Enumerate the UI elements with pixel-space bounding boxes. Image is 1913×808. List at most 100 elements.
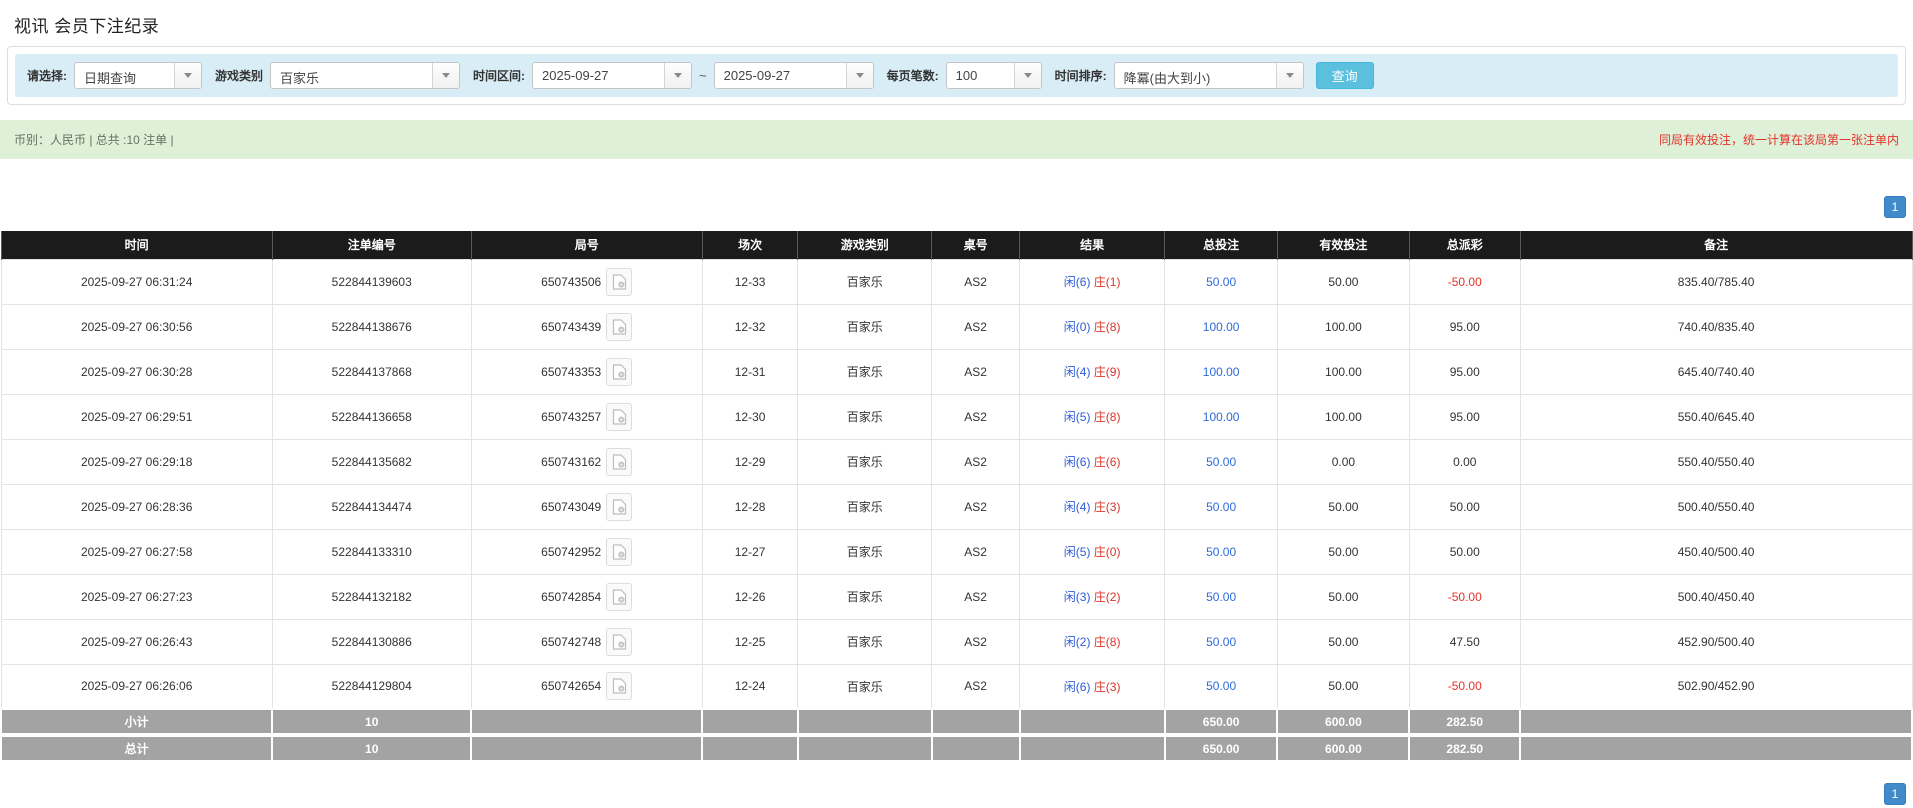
cell-note: 645.40/740.40: [1520, 349, 1912, 394]
cell-payout: 50.00: [1409, 484, 1520, 529]
total-bet-link[interactable]: 50.00: [1206, 590, 1236, 604]
cell-result: 闲(0) 庄(8): [1020, 304, 1165, 349]
cell-game-category: 百家乐: [798, 529, 932, 574]
video-replay-button[interactable]: [606, 538, 632, 566]
video-replay-icon: [612, 319, 627, 335]
video-replay-button[interactable]: [606, 268, 632, 296]
page-size-label: 每页笔数:: [887, 67, 939, 84]
time-sort-value: 降冪(由大到小): [1115, 63, 1276, 88]
cell-total-bet: 50.00: [1165, 439, 1278, 484]
grand-total-valid-bet: 600.00: [1277, 735, 1409, 761]
total-bet-link[interactable]: 50.00: [1206, 275, 1236, 289]
video-replay-icon: [612, 634, 627, 650]
subtotal-valid-bet: 600.00: [1277, 709, 1409, 735]
cell-payout: -50.00: [1409, 259, 1520, 304]
cell-table-number: AS2: [932, 619, 1020, 664]
cell-game-category: 百家乐: [798, 304, 932, 349]
cell-result: 闲(6) 庄(1): [1020, 259, 1165, 304]
cell-note: 550.40/550.40: [1520, 439, 1912, 484]
total-bet-link[interactable]: 50.00: [1206, 500, 1236, 514]
subtotal-count: 10: [272, 709, 471, 735]
total-bet-link[interactable]: 100.00: [1203, 365, 1240, 379]
subtotal-payout: 282.50: [1409, 709, 1520, 735]
cell-bet-id: 522844136658: [272, 394, 471, 439]
total-bet-link[interactable]: 50.00: [1206, 635, 1236, 649]
query-type-label: 请选择:: [27, 67, 67, 84]
pagination-page-button[interactable]: 1: [1884, 783, 1906, 805]
cell-game-category: 百家乐: [798, 484, 932, 529]
cell-valid-bet: 50.00: [1277, 484, 1409, 529]
cell-session: 12-24: [702, 664, 798, 709]
cell-total-bet: 50.00: [1165, 259, 1278, 304]
cell-game-category: 百家乐: [798, 574, 932, 619]
cell-valid-bet: 50.00: [1277, 259, 1409, 304]
total-bet-link[interactable]: 100.00: [1203, 320, 1240, 334]
search-button[interactable]: 查询: [1316, 62, 1374, 89]
cell-table-number: AS2: [932, 394, 1020, 439]
video-replay-button[interactable]: [606, 583, 632, 611]
video-replay-icon: [612, 274, 627, 290]
cell-bet-id: 522844134474: [272, 484, 471, 529]
cell-payout: -50.00: [1409, 664, 1520, 709]
cell-session: 12-25: [702, 619, 798, 664]
cell-time: 2025-09-27 06:27:23: [1, 574, 272, 619]
cell-bet-id: 522844130886: [272, 619, 471, 664]
summary-bar: 币别：人民币 | 总共 :10 注单 | 同局有效投注，统一计算在该局第一张注单…: [0, 120, 1913, 159]
cell-time: 2025-09-27 06:26:06: [1, 664, 272, 709]
total-bet-link[interactable]: 50.00: [1206, 545, 1236, 559]
header-round-id: 局号: [471, 231, 702, 259]
cell-table-number: AS2: [932, 529, 1020, 574]
video-replay-button[interactable]: [606, 358, 632, 386]
cell-bet-id: 522844132182: [272, 574, 471, 619]
header-total-bet: 总投注: [1165, 231, 1278, 259]
cell-valid-bet: 50.00: [1277, 529, 1409, 574]
cell-table-number: AS2: [932, 574, 1020, 619]
chevron-down-icon: [432, 63, 459, 88]
cell-table-number: AS2: [932, 349, 1020, 394]
grand-total-payout: 282.50: [1409, 735, 1520, 761]
currency-total-info: 币别：人民币 | 总共 :10 注单 |: [14, 131, 174, 148]
total-bet-link[interactable]: 50.00: [1206, 455, 1236, 469]
header-bet-id: 注单编号: [272, 231, 471, 259]
video-replay-button[interactable]: [606, 493, 632, 521]
game-category-select[interactable]: 百家乐: [270, 62, 460, 89]
query-type-select[interactable]: 日期查询: [74, 62, 202, 89]
table-row: 2025-09-27 06:26:06522844129804650742654…: [1, 664, 1912, 709]
betting-records-table: 时间 注单编号 局号 场次 游戏类别 桌号 结果 总投注 有效投注 总派彩 备注…: [0, 231, 1913, 762]
subtotal-label: 小计: [1, 709, 272, 735]
video-replay-button[interactable]: [606, 403, 632, 431]
cell-time: 2025-09-27 06:27:58: [1, 529, 272, 574]
cell-note: 740.40/835.40: [1520, 304, 1912, 349]
filter-bar: 请选择: 日期查询 游戏类别 百家乐 时间区间: 2025-09-27 ~ 20…: [15, 54, 1898, 97]
table-body: 2025-09-27 06:31:24522844139603650743506…: [1, 259, 1912, 709]
cell-result: 闲(5) 庄(8): [1020, 394, 1165, 439]
cell-bet-id: 522844138676: [272, 304, 471, 349]
time-sort-select[interactable]: 降冪(由大到小): [1114, 62, 1304, 89]
cell-total-bet: 100.00: [1165, 394, 1278, 439]
grand-total-label: 总计: [1, 735, 272, 761]
page-size-select[interactable]: 100: [946, 62, 1042, 89]
cell-game-category: 百家乐: [798, 439, 932, 484]
cell-note: 835.40/785.40: [1520, 259, 1912, 304]
cell-payout: 50.00: [1409, 529, 1520, 574]
cell-total-bet: 50.00: [1165, 664, 1278, 709]
cell-payout: 95.00: [1409, 304, 1520, 349]
grand-total-total-bet: 650.00: [1165, 735, 1278, 761]
video-replay-button[interactable]: [606, 448, 632, 476]
cell-session: 12-31: [702, 349, 798, 394]
video-replay-icon: [612, 589, 627, 605]
filter-panel: 请选择: 日期查询 游戏类别 百家乐 时间区间: 2025-09-27 ~ 20…: [7, 46, 1906, 105]
cell-note: 450.40/500.40: [1520, 529, 1912, 574]
cell-bet-id: 522844129804: [272, 664, 471, 709]
date-from-select[interactable]: 2025-09-27: [532, 62, 692, 89]
video-replay-button[interactable]: [606, 313, 632, 341]
total-bet-link[interactable]: 50.00: [1206, 679, 1236, 693]
total-bet-link[interactable]: 100.00: [1203, 410, 1240, 424]
video-replay-button[interactable]: [606, 672, 632, 700]
cell-game-category: 百家乐: [798, 349, 932, 394]
video-replay-button[interactable]: [606, 628, 632, 656]
cell-session: 12-30: [702, 394, 798, 439]
cell-table-number: AS2: [932, 439, 1020, 484]
pagination-page-button[interactable]: 1: [1884, 196, 1906, 218]
date-to-select[interactable]: 2025-09-27: [714, 62, 874, 89]
